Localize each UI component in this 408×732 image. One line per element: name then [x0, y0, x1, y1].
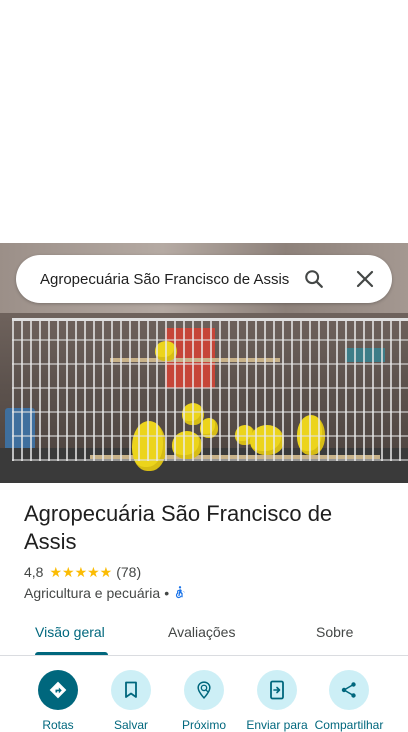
- place-category: Agricultura e pecuária: [24, 585, 161, 601]
- blank-header-area: [0, 0, 408, 243]
- share-label: Compartilhar: [314, 718, 384, 732]
- share-button[interactable]: Compartilhar: [313, 670, 385, 732]
- rating-value: 4,8: [24, 564, 44, 580]
- category-row: Agricultura e pecuária •: [24, 584, 187, 602]
- send-to-phone-button[interactable]: Enviar para: [241, 670, 313, 732]
- place-title: Agropecuária São Francisco de Assis: [24, 501, 333, 554]
- directions-label: Rotas: [42, 718, 74, 732]
- reviews-count: (78): [116, 564, 142, 580]
- tab-overview[interactable]: Visão geral: [35, 624, 105, 640]
- search-bar[interactable]: Agropecuária São Francisco de Assis: [16, 255, 392, 303]
- rating-row[interactable]: 4,8 ★★★★★ (78): [24, 563, 141, 581]
- wheelchair-icon: [173, 585, 187, 602]
- directions-icon: [38, 670, 78, 710]
- nearby-icon: [184, 670, 224, 710]
- directions-button[interactable]: Rotas: [22, 670, 94, 732]
- tabs-divider: [0, 655, 408, 656]
- separator-dot: •: [164, 585, 170, 601]
- share-icon: [329, 670, 369, 710]
- search-input[interactable]: Agropecuária São Francisco de Assis: [40, 269, 290, 291]
- send-to-phone-icon: [257, 670, 297, 710]
- save-label: Salvar: [113, 718, 148, 732]
- send-to-phone-label: Enviar para: [246, 718, 308, 732]
- save-button[interactable]: Salvar: [95, 670, 167, 732]
- bookmark-icon: [111, 670, 151, 710]
- tab-about[interactable]: Sobre: [316, 624, 353, 640]
- close-icon[interactable]: [351, 265, 379, 293]
- search-icon[interactable]: [300, 265, 328, 293]
- nearby-button[interactable]: Próximo: [168, 670, 240, 732]
- rating-stars: ★★★★★: [49, 563, 113, 580]
- nearby-label: Próximo: [181, 718, 226, 732]
- tab-bar: Visão geral Avaliações Sobre: [0, 616, 408, 656]
- bird-cage: [12, 318, 408, 461]
- tab-reviews[interactable]: Avaliações: [168, 624, 235, 640]
